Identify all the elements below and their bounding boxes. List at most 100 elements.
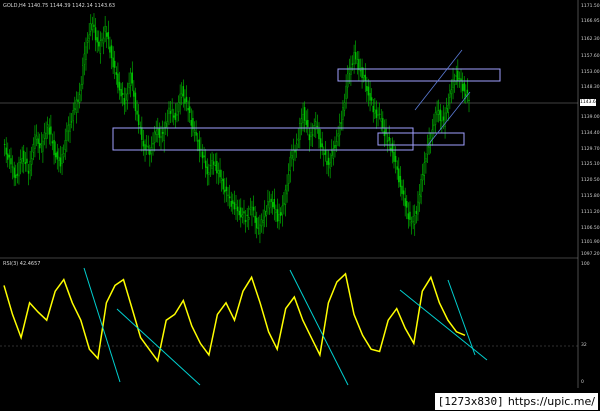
price-tick: 1101.90 [581,240,600,245]
candle-body [260,219,263,227]
candle-body [382,118,384,128]
candle-body [98,41,100,47]
candle-body [233,202,236,210]
candle-body [445,107,448,114]
candle-body [117,73,119,88]
candle-body [74,108,76,110]
candle-body [195,131,197,136]
candle-body [310,132,312,138]
candle-body [51,141,54,144]
candle-body [401,185,403,194]
candle-body [380,118,382,122]
candle-body [8,154,11,158]
price-tick: 1097.20 [581,252,600,257]
price-tick: 1157.60 [581,54,600,59]
candle-body [134,92,137,112]
candle-body [145,145,148,147]
candle-body [364,74,366,82]
candle-body [203,155,205,158]
candle-body [243,211,245,214]
candle-body [238,210,240,216]
candle-body [157,128,159,135]
candle-body [268,201,271,209]
candle-body [442,116,445,121]
candle-body [281,205,283,216]
price-tick: 1120.50 [581,178,600,183]
candle-body [174,112,177,120]
candle-body [27,170,30,174]
candle-body [262,220,264,223]
candle-body [90,23,92,32]
candle-body [275,209,277,213]
candle-body [93,24,95,27]
candle-body [276,209,279,222]
upic-watermark[interactable]: [1273x830] https://upic.me/ [434,393,598,410]
candle-body [184,98,186,104]
price-tick: 1148.30 [581,85,600,90]
candle-body [409,211,411,220]
candle-body [326,160,328,165]
candle-body [42,140,44,152]
candle-body [295,143,298,151]
candle-body [377,114,379,116]
ohlc-low: 1142.14 [72,3,93,9]
candle-body [431,129,433,138]
candle-body [166,120,169,128]
candle-body [54,152,57,158]
candle-body [125,93,127,101]
candle-body [155,130,157,135]
price-tick: 1166.95 [581,19,600,24]
candle-body [345,85,347,99]
candle-body [163,127,165,141]
candle-body [302,113,304,123]
candle-body [110,45,113,59]
candle-body [252,206,255,211]
candle-body [327,157,330,165]
candle-body [460,78,462,81]
price-tick: 1106.50 [581,226,600,231]
candle-body [16,173,19,176]
candle-body [59,157,62,167]
candle-body [457,70,459,81]
candle-body [248,217,250,220]
candle-body [450,89,453,95]
candle-body [286,184,288,195]
candle-body [308,134,311,141]
candle-body [24,162,27,165]
candle-body [171,109,173,111]
candle-body [423,162,426,176]
candle-body [465,93,467,97]
candle-body [158,128,161,138]
candle-body [208,172,210,175]
chart-header: GOLD,H4 1140.75 1144.39 1142.14 1143.63 [3,3,115,9]
candle-body [121,93,124,95]
candle-body [422,174,424,181]
candle-body [386,140,389,142]
candle-body [216,161,218,174]
candle-body [335,141,338,147]
candle-body [109,46,111,53]
candle-body [417,201,419,215]
candle-body [294,150,296,153]
candle-body [220,178,223,181]
candle-body [88,34,90,39]
candle-body [437,110,440,115]
rsi-trendline-5 [447,279,476,356]
candle-body [137,114,140,126]
candle-body [232,200,234,204]
candle-body [96,37,98,43]
candle-body [133,90,135,97]
candle-body [402,190,405,195]
candle-body [82,65,84,85]
candle-body [13,167,15,178]
candle-body [115,72,118,75]
candle-body [150,147,153,154]
price-tick: 1153.00 [581,70,600,75]
candle-body [23,150,25,162]
candle-body [362,75,365,78]
candle-body [131,72,133,84]
candle-body [340,122,343,124]
candle-body [434,112,437,125]
candle-body [219,169,221,178]
candle-body [176,114,178,116]
